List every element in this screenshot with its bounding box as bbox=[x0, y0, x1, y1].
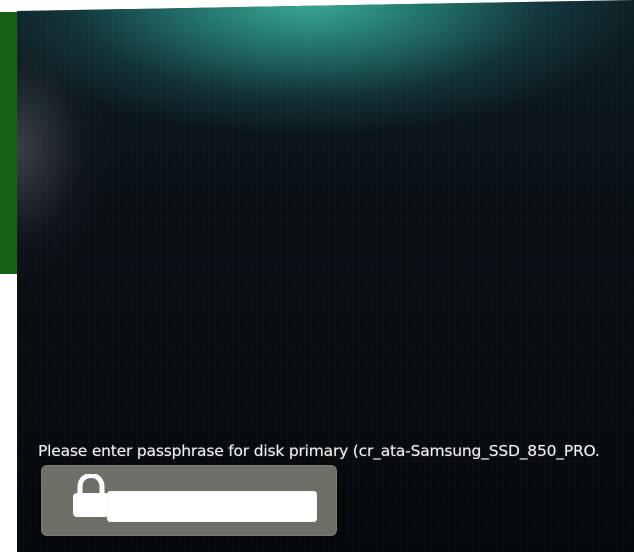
lock-icon bbox=[73, 474, 109, 517]
passphrase-prompt: Please enter passphrase for disk primary… bbox=[38, 442, 600, 460]
passphrase-dialog bbox=[41, 465, 337, 536]
boot-unlock-screen: Please enter passphrase for disk primary… bbox=[0, 0, 634, 552]
passphrase-input[interactable] bbox=[107, 491, 317, 522]
